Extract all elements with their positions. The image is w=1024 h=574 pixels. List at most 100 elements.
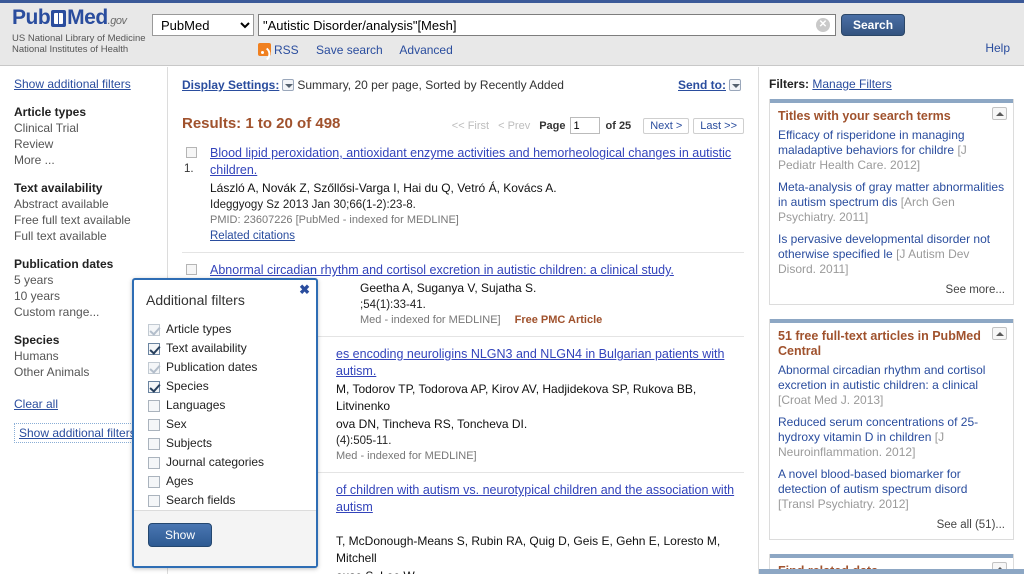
filter-item-free-full-text[interactable]: Free full text available — [14, 212, 157, 228]
popup-filter-row-species[interactable]: Species — [148, 377, 316, 396]
filters-line: Filters: Manage Filters — [769, 77, 1014, 91]
advanced-link[interactable]: Advanced — [399, 43, 452, 57]
page-header: Pub Med.gov US National Library of Medici… — [0, 0, 1024, 66]
portlet-item-text: Reduced serum concentrations of 25-hydro… — [778, 415, 979, 444]
result-title-link[interactable]: Blood lipid peroxidation, antioxidant en… — [210, 145, 744, 179]
popup-filter-row-sex[interactable]: Sex — [148, 415, 316, 434]
checkbox-sex[interactable] — [148, 418, 160, 431]
display-settings-link[interactable]: Display Settings: — [182, 78, 279, 92]
chevron-down-icon[interactable] — [282, 79, 295, 91]
popup-filter-label: Article types — [166, 322, 232, 336]
chevron-down-icon[interactable] — [729, 79, 741, 91]
manage-filters-link[interactable]: Manage Filters — [812, 77, 891, 91]
logo-subtitle: US National Library of Medicine National… — [12, 33, 146, 55]
popup-filter-label: Journal categories — [166, 455, 265, 469]
search-input[interactable] — [258, 14, 836, 36]
send-to-label: Send to: — [678, 78, 726, 92]
show-additional-filters-top-link[interactable]: Show additional filters — [14, 77, 131, 91]
clear-search-icon[interactable]: ✕ — [816, 18, 830, 32]
checkbox-species[interactable] — [148, 380, 160, 393]
popup-filter-row-ages[interactable]: Ages — [148, 472, 316, 491]
portlet-item-text: A novel blood-based biomarker for detect… — [778, 467, 968, 496]
filter-item-full-text[interactable]: Full text available — [14, 228, 157, 244]
page-number-input[interactable] — [569, 117, 600, 134]
checkbox-publication-dates[interactable] — [148, 361, 160, 374]
result-pmid-text: Med - indexed for MEDLINE] — [336, 450, 477, 462]
chevron-up-icon[interactable] — [992, 107, 1007, 120]
filter-item-clinical-trial[interactable]: Clinical Trial — [14, 120, 157, 136]
checkbox-ages[interactable] — [148, 475, 160, 488]
popup-filter-row-subjects[interactable]: Subjects — [148, 434, 316, 453]
send-to-link[interactable]: Send to: — [678, 77, 744, 92]
portlet-titles-with-search-terms: Titles with your search terms Efficacy o… — [769, 99, 1014, 305]
show-filters-button[interactable]: Show — [148, 523, 213, 547]
filter-item-abstract-available[interactable]: Abstract available — [14, 196, 157, 212]
checkbox-subjects[interactable] — [148, 437, 160, 450]
popup-filter-row-journal-categories[interactable]: Journal categories — [148, 453, 316, 472]
result-title-text: of children with autism vs. neurotypical… — [336, 483, 735, 514]
popup-filter-label: Text availability — [166, 341, 247, 355]
pager-of-label: of 25 — [605, 119, 632, 132]
pager-prev: < Prev — [498, 119, 531, 132]
results-count: Results: 1 to 20 of 498 — [182, 115, 341, 132]
pagination: << First < Prev Page of 25 Next >Last >> — [452, 117, 744, 134]
help-link[interactable]: Help — [985, 41, 1010, 55]
portlet-list-item[interactable]: Abnormal circadian rhythm and cortisol e… — [778, 363, 1005, 408]
result-authors: László A, Novák Z, Szőllősi-Varga I, Hai… — [210, 181, 557, 195]
logo-text-pub: Pub — [12, 6, 51, 29]
logo-text-med: Med — [67, 6, 108, 29]
related-citations-link[interactable]: Related citations — [210, 230, 295, 242]
portlet-see-all-link[interactable]: See all (51)... — [778, 519, 1005, 531]
popup-filter-row-publication-dates[interactable]: Publication dates — [148, 358, 316, 377]
portlet-item-text: Abnormal circadian rhythm and cortisol e… — [778, 363, 986, 392]
filter-item-review[interactable]: Review — [14, 136, 157, 152]
checkbox-text-availability[interactable] — [148, 342, 160, 355]
portlet-see-more-link[interactable]: See more... — [778, 284, 1005, 296]
popup-footer: Show — [134, 510, 316, 566]
popup-filter-label: Search fields — [166, 493, 236, 507]
close-icon[interactable]: ✖ — [299, 283, 310, 296]
book-icon — [51, 10, 67, 27]
checkbox-article-types[interactable] — [148, 323, 160, 336]
portlet-list-item[interactable]: Reduced serum concentrations of 25-hydro… — [778, 415, 1005, 460]
clear-all-link[interactable]: Clear all — [14, 397, 58, 411]
portlet-list-item[interactable]: A novel blood-based biomarker for detect… — [778, 467, 1005, 512]
pubmed-page: Pub Med.gov US National Library of Medici… — [0, 0, 1024, 574]
filter-item-more[interactable]: More ... — [14, 152, 157, 168]
result-title-text: es encoding neuroligins NLGN3 and NLGN4 … — [336, 347, 725, 378]
portlet-item-journal: [Croat Med J. 2013] — [778, 393, 884, 407]
result-title-link[interactable]: Abnormal circadian rhythm and cortisol e… — [210, 262, 744, 279]
show-additional-filters-bottom-label: Show additional filters — [19, 426, 136, 440]
checkbox-languages[interactable] — [148, 399, 160, 412]
portlet-list-item[interactable]: Efficacy of risperidone in managing mala… — [778, 128, 1005, 173]
filter-group-title: Article types — [14, 105, 87, 119]
pubmed-logo[interactable]: Pub Med.gov US National Library of Medici… — [12, 6, 146, 55]
search-button[interactable]: Search — [841, 14, 906, 36]
result-checkbox[interactable] — [186, 147, 197, 158]
popup-filter-row-article-types[interactable]: Article types — [148, 320, 316, 339]
show-additional-filters-bottom-button[interactable]: Show additional filters — [14, 423, 141, 443]
popup-filter-row-search-fields[interactable]: Search fields — [148, 491, 316, 510]
portlet-list-item[interactable]: Is pervasive developmental disorder not … — [778, 232, 1005, 277]
pager-page-label: Page — [539, 119, 566, 132]
popup-filter-row-text-availability[interactable]: Text availability — [148, 339, 316, 358]
checkbox-search-fields[interactable] — [148, 494, 160, 507]
save-search-link[interactable]: Save search — [316, 43, 383, 57]
search-box: ✕ — [258, 14, 836, 36]
pager-next-button[interactable]: Next > — [643, 117, 690, 134]
result-checkbox[interactable] — [186, 264, 197, 275]
rss-link[interactable]: RSS — [258, 43, 299, 57]
free-pmc-article-badge: Free PMC Article — [514, 314, 603, 326]
pager-last-button[interactable]: Last >> — [693, 117, 744, 134]
result-authors-text: Geetha A, Suganya V, Sujatha S. — [360, 281, 537, 295]
checkbox-journal-categories[interactable] — [148, 456, 160, 469]
rss-icon — [258, 43, 271, 56]
logo-subtitle-line1: US National Library of Medicine — [12, 33, 146, 44]
result-journal: Ideggyogy Sz 2013 Jan 30;66(1-2):23-8. — [210, 199, 416, 211]
chevron-up-icon[interactable] — [992, 327, 1007, 340]
database-select[interactable]: PubMed — [152, 14, 254, 36]
popup-filter-row-languages[interactable]: Languages — [148, 396, 316, 415]
result-item: 1. Blood lipid peroxidation, antioxidant… — [182, 145, 744, 242]
result-pmid: PMID: 23607226 [PubMed - indexed for MED… — [210, 214, 459, 226]
portlet-list-item[interactable]: Meta-analysis of gray matter abnormaliti… — [778, 180, 1005, 225]
